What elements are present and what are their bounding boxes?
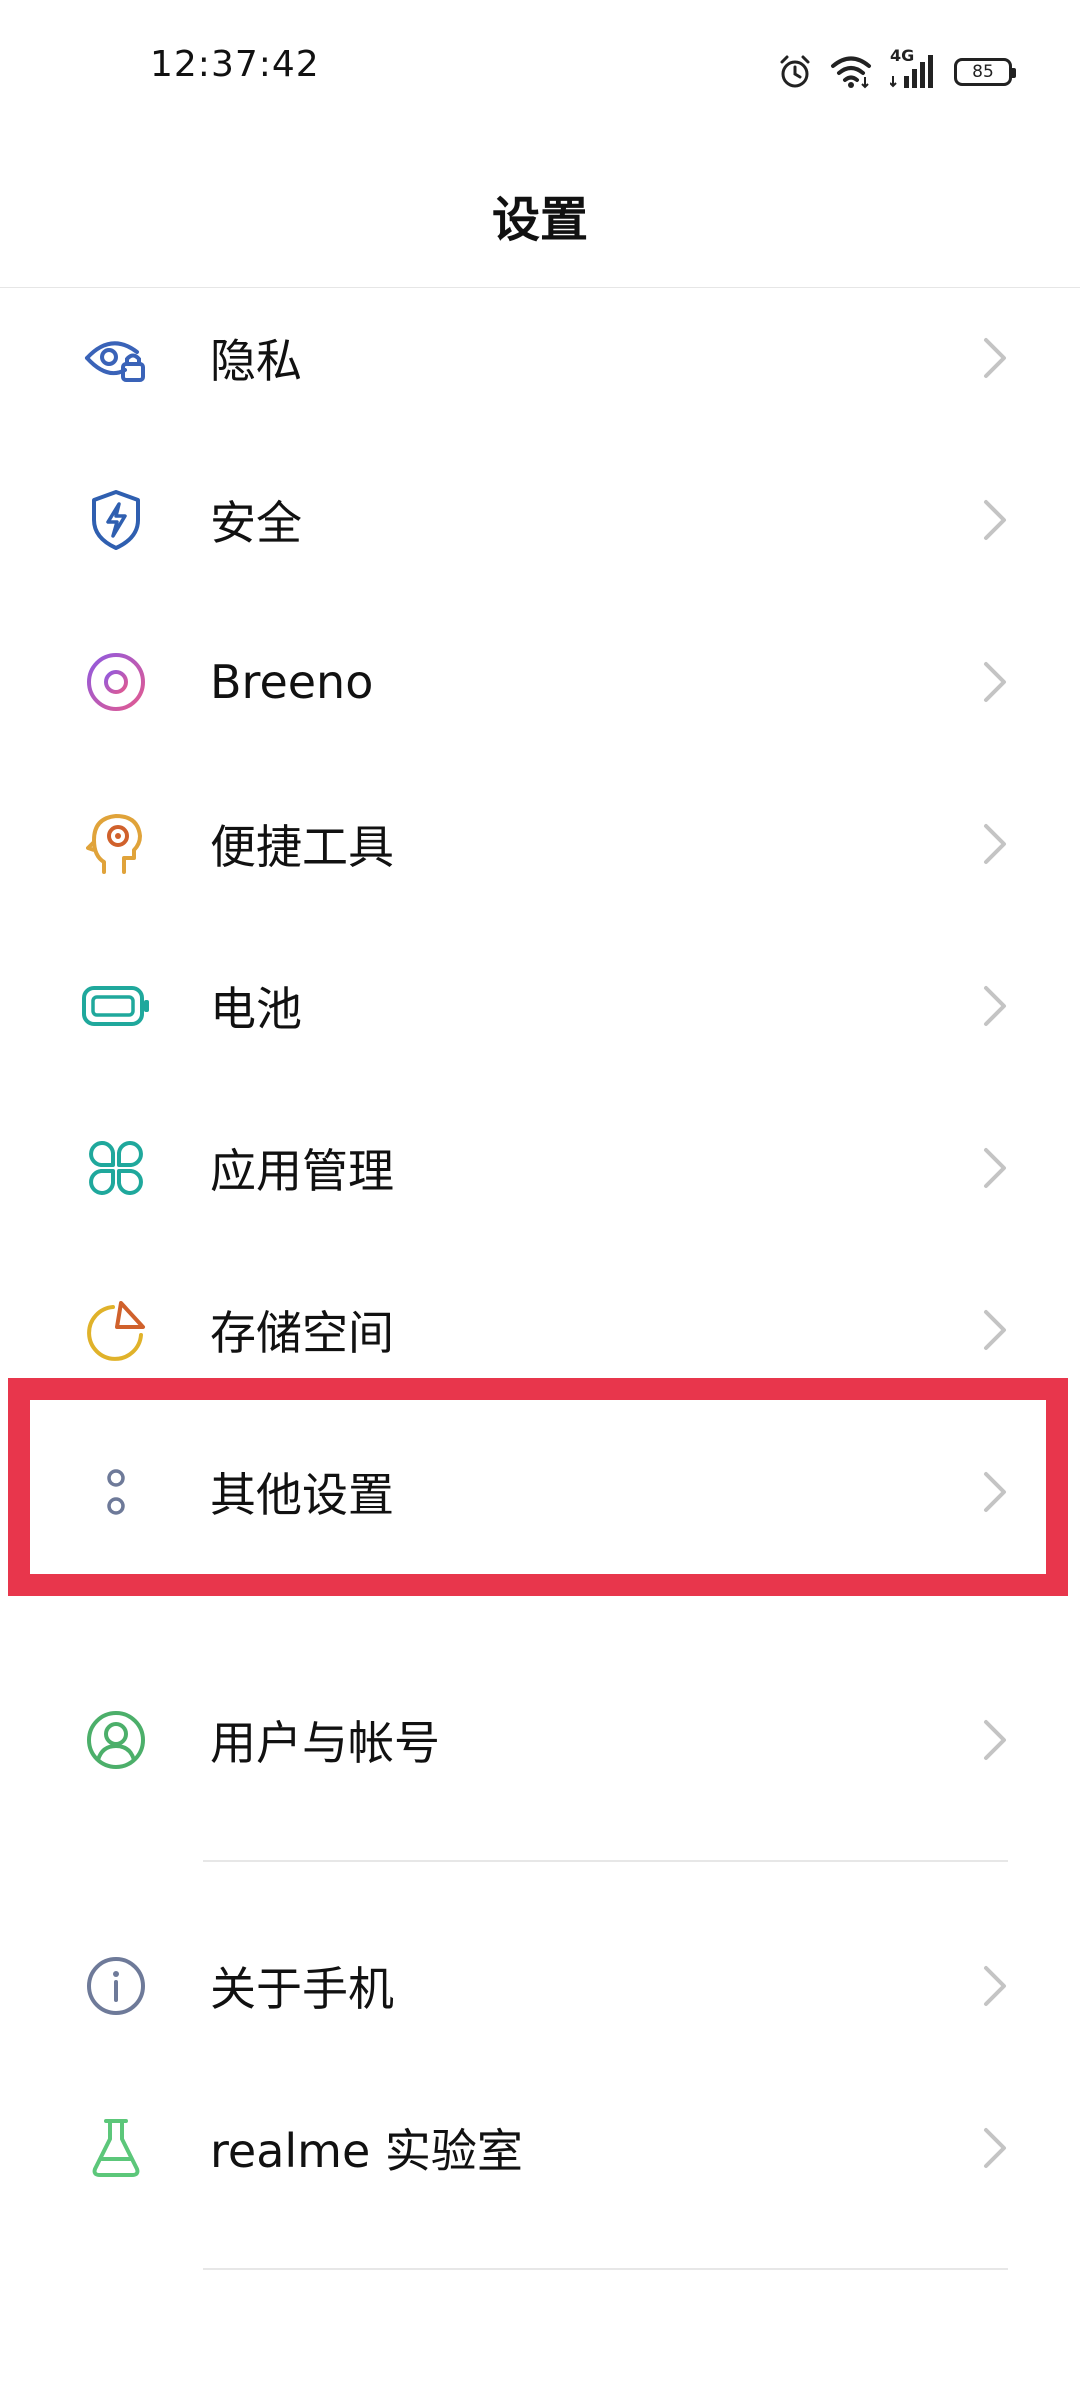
settings-item-label: 关于手机: [210, 1962, 394, 2016]
chevron-right-icon: [984, 2128, 1006, 2168]
chevron-right-icon: [984, 662, 1006, 702]
settings-item-battery[interactable]: 电池: [0, 926, 1080, 1086]
security-shield-icon: [80, 484, 152, 556]
status-icons: 4G 85: [778, 46, 1016, 94]
privacy-eye-lock-icon: [80, 322, 152, 394]
battery-outline-icon: [80, 970, 152, 1042]
settings-item-label: 安全: [210, 496, 302, 550]
settings-item-label: 隐私: [210, 334, 302, 388]
settings-item-breeno[interactable]: Breeno: [0, 602, 1080, 762]
settings-item-label: Breeno: [210, 655, 374, 709]
settings-item-user-account[interactable]: 用户与帐号: [0, 1660, 1080, 1820]
settings-item-privacy[interactable]: 隐私: [0, 278, 1080, 438]
chevron-right-icon: [984, 338, 1006, 378]
wifi-icon: [831, 56, 871, 89]
breeno-ring-icon: [80, 646, 152, 718]
chevron-right-icon: [984, 824, 1006, 864]
alarm-icon: [780, 55, 810, 88]
settings-page: 12:37:42 4G 85 设置 隐私 安全 Breeno 便捷工具 电池 应…: [0, 0, 1080, 2400]
settings-item-label: 便捷工具: [210, 820, 394, 874]
settings-item-label: 电池: [210, 982, 302, 1036]
lab-flask-icon: [80, 2112, 152, 2184]
page-title: 设置: [491, 192, 588, 248]
settings-item-app-management[interactable]: 应用管理: [0, 1088, 1080, 1248]
cellular-signal-icon: 4G: [890, 46, 936, 92]
settings-item-label: 用户与帐号: [210, 1716, 440, 1770]
chevron-right-icon: [984, 1310, 1006, 1350]
status-time: 12:37:42: [150, 44, 320, 85]
settings-item-security[interactable]: 安全: [0, 440, 1080, 600]
about-phone-info-icon: [80, 1950, 152, 2022]
settings-item-realme-lab[interactable]: realme 实验室: [0, 2068, 1080, 2228]
settings-item-label: 存储空间: [210, 1306, 394, 1360]
settings-item-convenience-tools[interactable]: 便捷工具: [0, 764, 1080, 924]
chevron-right-icon: [984, 1966, 1006, 2006]
settings-item-label: 应用管理: [210, 1144, 394, 1198]
section-divider: [203, 1860, 1008, 1862]
settings-item-about-phone[interactable]: 关于手机: [0, 1906, 1080, 2066]
user-account-icon: [80, 1704, 152, 1776]
storage-pie-icon: [80, 1294, 152, 1366]
status-bar: 12:37:42 4G 85: [0, 0, 1080, 140]
settings-item-label: realme 实验室: [210, 2124, 523, 2178]
app-management-icon: [80, 1132, 152, 1204]
chevron-right-icon: [984, 1720, 1006, 1760]
highlight-frame: [8, 1378, 1068, 1596]
chevron-right-icon: [984, 500, 1006, 540]
convenience-head-icon: [80, 808, 152, 880]
chevron-right-icon: [984, 986, 1006, 1026]
battery-icon: 85: [954, 58, 1016, 86]
battery-level: 85: [972, 62, 994, 82]
section-divider: [203, 2268, 1008, 2270]
chevron-right-icon: [984, 1148, 1006, 1188]
